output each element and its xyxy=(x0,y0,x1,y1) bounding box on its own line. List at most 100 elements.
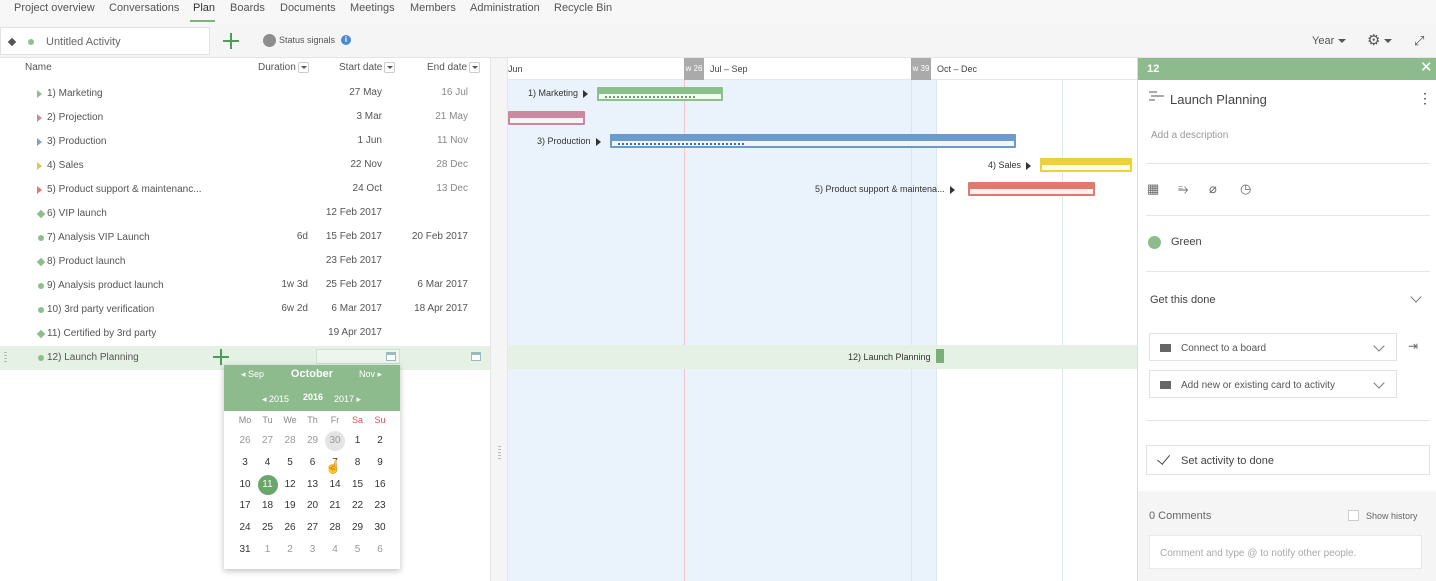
paperclip-icon[interactable]: ⌀ xyxy=(1209,182,1217,196)
row-name[interactable]: 9) Analysis product launch xyxy=(47,280,164,291)
tab-administration[interactable]: Administration xyxy=(470,2,540,14)
tab-members[interactable]: Members xyxy=(410,2,456,14)
calendar-day[interactable]: 27 xyxy=(257,431,279,451)
chevron-down-icon[interactable] xyxy=(384,62,396,73)
add-subactivity-plus-icon[interactable] xyxy=(212,348,230,366)
tab-conversations[interactable]: Conversations xyxy=(109,2,179,14)
row-name[interactable]: 5) Product support & maintenanc... xyxy=(47,184,202,195)
calendar-day[interactable]: 3 xyxy=(234,453,256,473)
calendar-day[interactable]: 1 xyxy=(347,431,369,451)
calendar-day[interactable]: 28 xyxy=(279,431,301,451)
clock-icon[interactable]: ◷ xyxy=(1240,182,1251,196)
new-activity-input[interactable]: Untitled Activity xyxy=(0,27,210,55)
row-name[interactable]: 3) Production xyxy=(47,136,106,147)
calendar-day[interactable]: 24 xyxy=(234,518,256,538)
description-input[interactable]: Add a description xyxy=(1151,130,1228,141)
calendar-day[interactable]: 22 xyxy=(347,496,369,516)
row-name[interactable]: 2) Projection xyxy=(47,112,103,123)
open-board-icon[interactable]: ⇥ xyxy=(1408,339,1418,353)
show-history-label[interactable]: Show history xyxy=(1366,511,1418,521)
gantt-bar-product-support[interactable] xyxy=(968,182,1095,196)
tab-plan[interactable]: Plan xyxy=(193,2,215,14)
column-header-end[interactable]: End date xyxy=(427,62,481,73)
expand-triangle-icon[interactable] xyxy=(37,138,42,146)
calendar-day[interactable]: 12 xyxy=(279,475,301,495)
table-row[interactable]: 10) 3rd party verification 6w 2d 6 Mar 201… xyxy=(0,298,490,322)
fullscreen-icon[interactable]: ⤢ xyxy=(1414,34,1424,47)
calendar-day[interactable]: 11 xyxy=(257,474,278,495)
calendar-day[interactable]: 29 xyxy=(302,431,324,451)
end-date-calendar-icon[interactable] xyxy=(471,352,481,361)
calendar-day[interactable]: 2 xyxy=(279,540,301,560)
calendar-icon[interactable]: ▦ xyxy=(1147,182,1159,196)
calendar-day[interactable]: 26 xyxy=(279,518,301,538)
gantt-bar-production[interactable] xyxy=(610,134,1016,148)
milestone-type-icon[interactable] xyxy=(7,37,17,47)
row-name[interactable]: 10) 3rd party verification xyxy=(47,304,154,315)
expand-triangle-icon[interactable] xyxy=(583,89,589,98)
calendar-day[interactable]: 9 xyxy=(369,453,391,473)
gantt-bar-launch-planning[interactable] xyxy=(936,349,944,363)
calendar-day[interactable]: 28 xyxy=(324,518,346,538)
calendar-day[interactable]: 31 xyxy=(234,540,256,560)
connect-board-select[interactable]: Connect to a board xyxy=(1149,333,1397,361)
chevron-down-icon[interactable] xyxy=(297,62,309,73)
calendar-day[interactable]: 18 xyxy=(257,496,279,516)
calendar-day[interactable]: 8 xyxy=(347,453,369,473)
table-row[interactable]: 6) VIP launch 12 Feb 2017 xyxy=(0,202,490,226)
expand-triangle-icon[interactable] xyxy=(1026,161,1032,170)
row-name[interactable]: 8) Product launch xyxy=(47,256,125,267)
start-date-input[interactable] xyxy=(316,349,400,364)
gantt-bar-projection[interactable] xyxy=(508,111,585,125)
tab-boards[interactable]: Boards xyxy=(230,2,265,14)
status-signals-label[interactable]: Status signals xyxy=(279,35,335,45)
table-row[interactable]: 7) Analysis VIP Launch 6d 15 Feb 2017 20 Fe… xyxy=(0,226,490,250)
calendar-icon[interactable] xyxy=(386,352,396,361)
calendar-day[interactable]: 14 xyxy=(324,475,346,495)
info-icon[interactable]: i xyxy=(341,35,351,45)
table-row[interactable]: 1) Marketing 27 May 16 Jul xyxy=(0,82,490,106)
gear-icon[interactable]: ⚙ xyxy=(1367,33,1393,48)
set-done-button[interactable]: Set activity to done xyxy=(1146,445,1430,475)
row-name[interactable]: 6) VIP launch xyxy=(47,208,107,219)
table-row[interactable]: 8) Product launch 23 Feb 2017 xyxy=(0,250,490,274)
next-month-button[interactable]: Nov ▸ xyxy=(359,369,382,380)
row-name[interactable]: 4) Sales xyxy=(47,160,84,171)
calendar-day[interactable]: 30 xyxy=(369,518,391,538)
expand-triangle-icon[interactable] xyxy=(37,114,42,122)
column-header-start[interactable]: Start date xyxy=(339,62,396,73)
calendar-day[interactable]: 30 xyxy=(325,431,345,451)
calendar-day[interactable]: 15 xyxy=(347,475,369,495)
row-name[interactable]: 12) Launch Planning xyxy=(47,352,139,363)
gantt-bar-marketing[interactable] xyxy=(597,87,723,101)
table-row[interactable]: 5) Product support & maintenanc... 24 Oct… xyxy=(0,178,490,202)
chevron-down-icon[interactable] xyxy=(1410,291,1422,303)
expand-triangle-icon[interactable] xyxy=(37,162,42,170)
add-activity-plus-icon[interactable] xyxy=(222,32,240,50)
calendar-day[interactable]: 1 xyxy=(257,540,279,560)
get-this-done-section[interactable]: Get this done xyxy=(1150,294,1215,306)
calendar-day[interactable]: 20 xyxy=(302,496,324,516)
panel-splitter[interactable] xyxy=(490,58,508,581)
calendar-day[interactable]: 5 xyxy=(279,453,301,473)
close-icon[interactable]: ✕ xyxy=(1420,60,1433,76)
drag-handle-icon[interactable] xyxy=(498,446,501,460)
table-row[interactable]: 11) Certified by 3rd party 19 Apr 2017 xyxy=(0,322,490,346)
expand-triangle-icon[interactable] xyxy=(37,90,42,98)
calendar-day[interactable]: 13 xyxy=(302,475,324,495)
tab-documents[interactable]: Documents xyxy=(280,2,336,14)
column-header-duration[interactable]: Duration xyxy=(258,62,309,73)
row-name[interactable]: 11) Certified by 3rd party xyxy=(47,328,156,339)
calendar-day[interactable]: 4 xyxy=(324,540,346,560)
next-year-button[interactable]: 2017 ▸ xyxy=(334,394,361,405)
tab-recycle-bin[interactable]: Recycle Bin xyxy=(554,2,612,14)
calendar-day[interactable]: 23 xyxy=(369,496,391,516)
show-history-checkbox[interactable] xyxy=(1348,510,1359,521)
hierarchy-icon[interactable]: ⥱ xyxy=(1178,182,1188,196)
activity-title-heading[interactable]: Launch Planning xyxy=(1170,92,1267,107)
expand-triangle-icon[interactable] xyxy=(37,186,42,194)
status-label[interactable]: Green xyxy=(1171,236,1202,248)
gantt-bar-sales[interactable] xyxy=(1040,158,1132,172)
row-name[interactable]: 1) Marketing xyxy=(47,88,103,99)
calendar-day[interactable]: 4 xyxy=(257,453,279,473)
